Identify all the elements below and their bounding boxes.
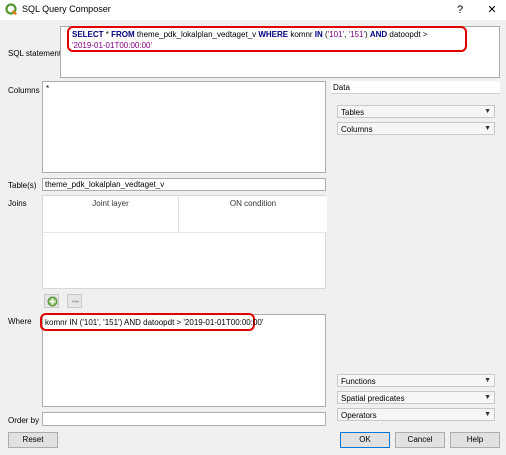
sql-keyword-and: AND xyxy=(369,30,388,39)
sql-value-151: '151' xyxy=(348,30,365,39)
sql-value-101: '101' xyxy=(327,30,345,39)
joins-header-joint-layer[interactable]: Joint layer xyxy=(43,199,178,208)
tables-label: Table(s) xyxy=(8,181,37,190)
add-join-button[interactable] xyxy=(44,294,59,308)
help-button[interactable]: Help xyxy=(450,432,500,448)
spatial-predicates-dropdown-label: Spatial predicates xyxy=(341,394,405,403)
order-by-label: Order by xyxy=(8,416,40,425)
close-icon[interactable]: ✕ xyxy=(484,2,500,18)
chevron-down-icon: ▼ xyxy=(484,377,491,384)
columns-dropdown-label: Columns xyxy=(341,125,373,134)
chevron-down-icon: ▼ xyxy=(484,411,491,418)
sql-statement-label: SQL statement xyxy=(8,49,62,58)
remove-join-button[interactable] xyxy=(67,294,82,308)
columns-dropdown[interactable]: Columns ▼ xyxy=(337,122,495,135)
sql-keyword-from: FROM xyxy=(111,30,135,39)
reset-button[interactable]: Reset xyxy=(8,432,58,448)
sql-keyword-in: IN xyxy=(314,30,323,39)
columns-label: Columns xyxy=(8,86,40,95)
tables-dropdown-label: Tables xyxy=(341,108,365,117)
joins-label: Joins xyxy=(8,199,27,208)
chevron-down-icon: ▼ xyxy=(484,125,491,132)
where-label: Where xyxy=(8,317,32,326)
joins-header-on-condition[interactable]: ON condition xyxy=(179,199,327,208)
sql-column-datoopdt: datoopdt > xyxy=(387,30,428,39)
spatial-predicates-dropdown[interactable]: Spatial predicates ▼ xyxy=(337,391,495,404)
tables-field[interactable]: theme_pdk_lokalplan_vedtaget_v xyxy=(42,178,326,191)
sql-keyword-where: WHERE xyxy=(258,30,289,39)
sql-table-name: theme_pdk_lokalplan_vedtaget_v xyxy=(134,30,259,39)
operators-dropdown[interactable]: Operators ▼ xyxy=(337,408,495,421)
cancel-button[interactable]: Cancel xyxy=(395,432,445,448)
columns-field[interactable]: * xyxy=(42,81,326,173)
tables-dropdown[interactable]: Tables ▼ xyxy=(337,105,495,118)
add-join-icon xyxy=(47,296,58,307)
operators-dropdown-label: Operators xyxy=(341,411,377,420)
order-by-field[interactable] xyxy=(42,412,326,426)
functions-dropdown[interactable]: Functions ▼ xyxy=(337,374,495,387)
qgis-logo-icon xyxy=(5,3,18,16)
columns-value: * xyxy=(46,84,50,93)
tables-value: theme_pdk_lokalplan_vedtaget_v xyxy=(45,180,165,189)
title-bar: SQL Query Composer ? ✕ xyxy=(0,0,506,20)
where-value: komnr IN ('101', '151') AND datoopdt > '… xyxy=(45,318,264,327)
sql-value-date: '2019-01-01T00:00:00' xyxy=(72,41,153,50)
sql-statement-text: SELECT * FROM theme_pdk_lokalplan_vedtag… xyxy=(72,29,466,51)
data-tab[interactable]: Data xyxy=(331,81,500,94)
chevron-down-icon: ▼ xyxy=(484,394,491,401)
window-title: SQL Query Composer xyxy=(22,4,111,14)
sql-star: * xyxy=(103,30,112,39)
joins-table[interactable]: Joint layer ON condition xyxy=(42,195,327,289)
sql-keyword-select: SELECT xyxy=(72,30,104,39)
help-icon[interactable]: ? xyxy=(452,2,468,18)
remove-join-icon xyxy=(72,300,79,303)
data-tab-label: Data xyxy=(333,83,350,92)
ok-button[interactable]: OK xyxy=(340,432,390,448)
functions-dropdown-label: Functions xyxy=(341,377,376,386)
chevron-down-icon: ▼ xyxy=(484,108,491,115)
sql-column-komnr: komnr xyxy=(288,30,315,39)
